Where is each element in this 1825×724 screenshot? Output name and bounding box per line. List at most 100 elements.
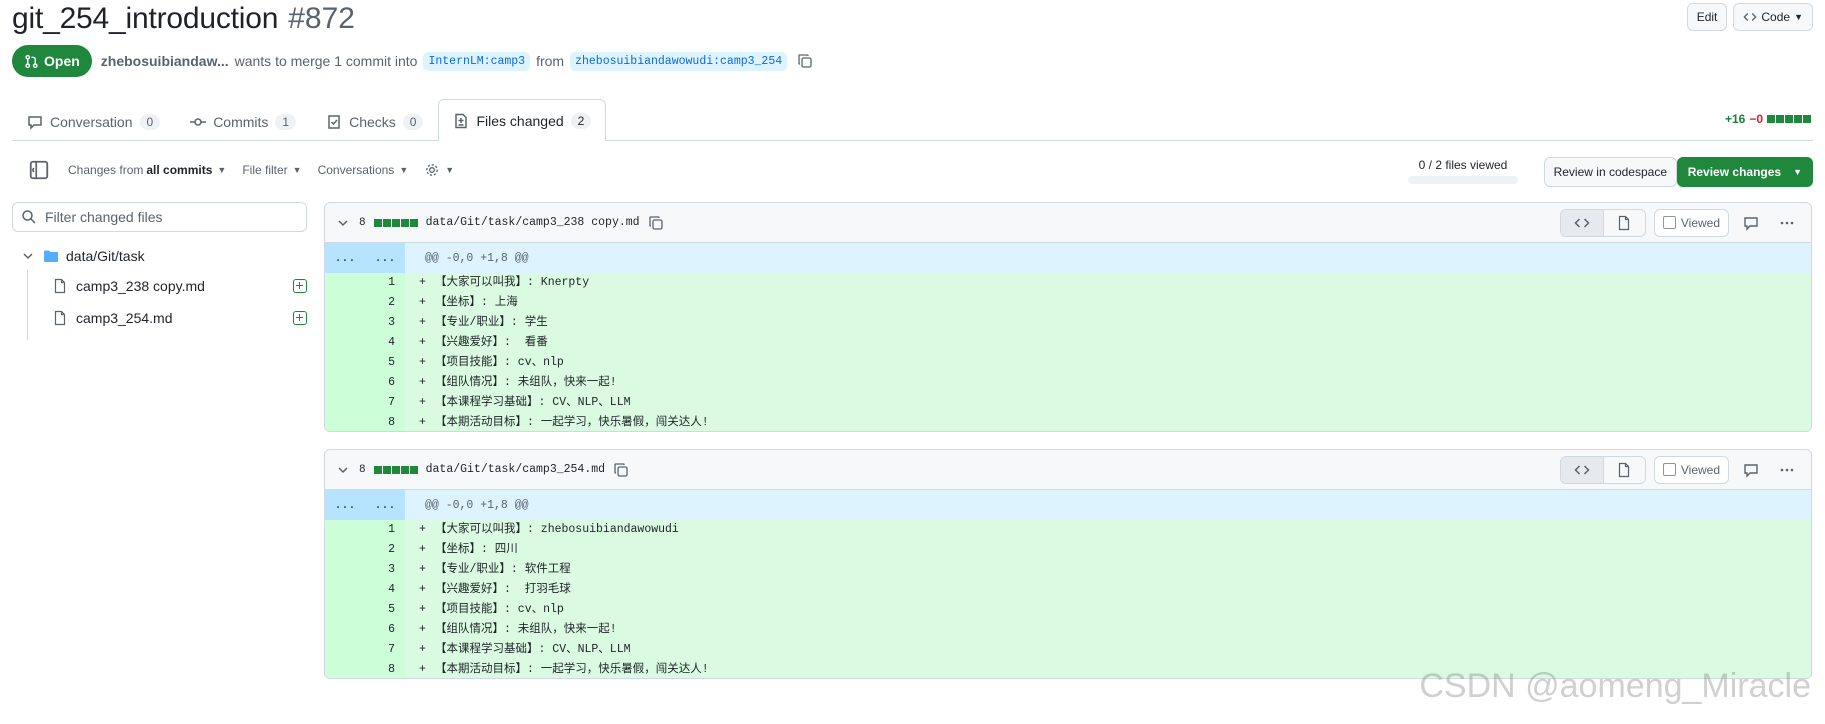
diff-line[interactable]: 2 + 【坐标】: 上海	[325, 293, 1811, 313]
tree-file[interactable]: camp3_254.md	[12, 302, 312, 334]
diff-line[interactable]: 5 + 【项目技能】: cv、nlp	[325, 600, 1811, 620]
file-path[interactable]: data/Git/task/camp3_254.md	[426, 463, 605, 476]
tree-folder[interactable]: data/Git/task	[12, 242, 312, 270]
filter-changed-files-input[interactable]: Filter changed files	[12, 202, 307, 232]
new-line-number[interactable]: 4	[365, 580, 405, 600]
new-line-number[interactable]: 5	[365, 353, 405, 373]
file-path[interactable]: data/Git/task/camp3_238 copy.md	[426, 216, 640, 229]
diff-line[interactable]: 5 + 【项目技能】: cv、nlp	[325, 353, 1811, 373]
checkbox-box	[1662, 463, 1676, 476]
diff-line[interactable]: 3 + 【专业/职业】: 软件工程	[325, 560, 1811, 580]
new-line-number[interactable]: 7	[365, 640, 405, 660]
line-code: + 【大家可以叫我】: Knerpty	[405, 273, 1811, 293]
filter-placeholder: Filter changed files	[45, 209, 163, 225]
edit-button[interactable]: Edit	[1686, 3, 1728, 31]
comment-icon	[28, 115, 42, 130]
source-diff-button[interactable]	[1560, 456, 1603, 483]
new-line-number[interactable]: 3	[365, 313, 405, 333]
rich-diff-button[interactable]	[1602, 456, 1645, 483]
deletions-count: −0	[1749, 112, 1763, 126]
hunk-expand-left: ...	[334, 251, 356, 265]
diff-line[interactable]: 4 + 【兴趣爱好】: 打羽毛球	[325, 580, 1811, 600]
new-line-number[interactable]: 4	[365, 333, 405, 353]
head-branch[interactable]: zhebosuibiandawowudi:camp3_254	[570, 51, 788, 71]
diff-line[interactable]: 7 + 【本课程学习基础】: CV、NLP、LLM	[325, 393, 1811, 413]
copy-icon[interactable]	[648, 215, 664, 231]
hunk-header: ...... @@ -0,0 +1,8 @@	[325, 490, 1811, 520]
viewed-checkbox[interactable]: Viewed	[1653, 455, 1729, 484]
diff-line[interactable]: 6 + 【组队情况】: 未组队，快来一起!	[325, 373, 1811, 393]
old-line-number	[325, 313, 365, 333]
added-marker: +	[419, 296, 426, 309]
review-changes-button[interactable]: Review changes ▼	[1676, 157, 1813, 187]
new-line-number[interactable]: 8	[365, 660, 405, 678]
line-text: 【大家可以叫我】: zhebosuibiandawowudi	[435, 523, 679, 536]
files-toolbar: Changes from all commits ▼ File filter ▼…	[12, 152, 1813, 188]
added-marker: +	[419, 643, 426, 656]
chevron-down-icon	[23, 253, 33, 260]
file-name: camp3_238 copy.md	[76, 278, 205, 294]
new-line-number[interactable]: 6	[365, 620, 405, 640]
diff-line[interactable]: 6 + 【组队情况】: 未组队，快来一起!	[325, 620, 1811, 640]
line-code: + 【本课程学习基础】: CV、NLP、LLM	[405, 393, 1811, 413]
file-header-actions: Viewed	[1559, 455, 1801, 484]
new-line-number[interactable]: 3	[365, 560, 405, 580]
new-line-number[interactable]: 8	[365, 413, 405, 431]
new-line-number[interactable]: 7	[365, 393, 405, 413]
conversations-menu[interactable]: Conversations ▼	[318, 163, 409, 177]
pull-request-icon	[25, 54, 38, 68]
line-text: 【项目技能】: cv、nlp	[435, 603, 564, 616]
copy-icon[interactable]	[797, 53, 813, 69]
hunk-expand[interactable]: ......	[325, 243, 405, 273]
tab-conversation[interactable]: Conversation 0	[12, 101, 175, 141]
tree-file[interactable]: camp3_238 copy.md	[12, 270, 312, 302]
new-line-number[interactable]: 2	[365, 293, 405, 313]
file-filter-menu[interactable]: File filter ▼	[242, 163, 301, 177]
more-options-button[interactable]	[1773, 209, 1801, 237]
tab-checks[interactable]: Checks 0	[311, 101, 438, 141]
added-marker: +	[419, 276, 426, 289]
new-line-number[interactable]: 5	[365, 600, 405, 620]
diff-line[interactable]: 8 + 【本期活动目标】: 一起学习，快乐暑假，闯关达人!	[325, 413, 1811, 431]
sidebar-toggle-icon[interactable]	[28, 159, 50, 181]
review-changes-label: Review changes	[1687, 165, 1782, 179]
file-icon	[54, 310, 66, 326]
chevron-down-icon[interactable]	[335, 462, 351, 478]
new-line-number[interactable]: 6	[365, 373, 405, 393]
diff-line[interactable]: 1 + 【大家可以叫我】: Knerpty	[325, 273, 1811, 293]
tab-commits[interactable]: Commits 1	[175, 101, 311, 141]
diff-line[interactable]: 3 + 【专业/职业】: 学生	[325, 313, 1811, 333]
changes-from-menu[interactable]: Changes from all commits ▼	[68, 163, 226, 177]
old-line-number	[325, 273, 365, 293]
new-line-number[interactable]: 1	[365, 273, 405, 293]
added-marker: +	[419, 336, 426, 349]
comment-button[interactable]	[1737, 456, 1765, 484]
comment-button[interactable]	[1737, 209, 1765, 237]
pr-author[interactable]: zhebosuibiandaw...	[101, 53, 229, 69]
file-change-count: 8	[359, 216, 366, 229]
new-line-number[interactable]: 2	[365, 540, 405, 560]
diff-settings-menu[interactable]: ▼	[424, 162, 454, 178]
line-text: 【坐标】: 上海	[435, 296, 518, 309]
new-line-number[interactable]: 1	[365, 520, 405, 540]
source-diff-button[interactable]	[1560, 209, 1603, 236]
diff-line[interactable]: 1 + 【大家可以叫我】: zhebosuibiandawowudi	[325, 520, 1811, 540]
line-code: + 【兴趣爱好】: 打羽毛球	[405, 580, 1811, 600]
tab-files-changed[interactable]: Files changed 2	[438, 99, 607, 141]
copy-icon[interactable]	[613, 462, 629, 478]
diff-line[interactable]: 4 + 【兴趣爱好】: 看番	[325, 333, 1811, 353]
hunk-expand[interactable]: ......	[325, 490, 405, 520]
chevron-down-icon[interactable]	[335, 215, 351, 231]
rich-diff-button[interactable]	[1602, 209, 1645, 236]
tab-label: Checks	[349, 113, 396, 130]
more-options-button[interactable]	[1773, 456, 1801, 484]
base-branch[interactable]: InternLM:camp3	[423, 51, 531, 71]
review-in-codespace-button[interactable]: Review in codespace	[1543, 157, 1677, 187]
viewed-label: Viewed	[1680, 462, 1720, 477]
diff-line[interactable]: 7 + 【本课程学习基础】: CV、NLP、LLM	[325, 640, 1811, 660]
code-button[interactable]: Code ▼	[1733, 3, 1813, 31]
diff-line[interactable]: 2 + 【坐标】: 四川	[325, 540, 1811, 560]
pr-number: #872	[288, 2, 355, 35]
pr-state-label: Open	[44, 53, 80, 69]
viewed-checkbox[interactable]: Viewed	[1653, 208, 1729, 237]
